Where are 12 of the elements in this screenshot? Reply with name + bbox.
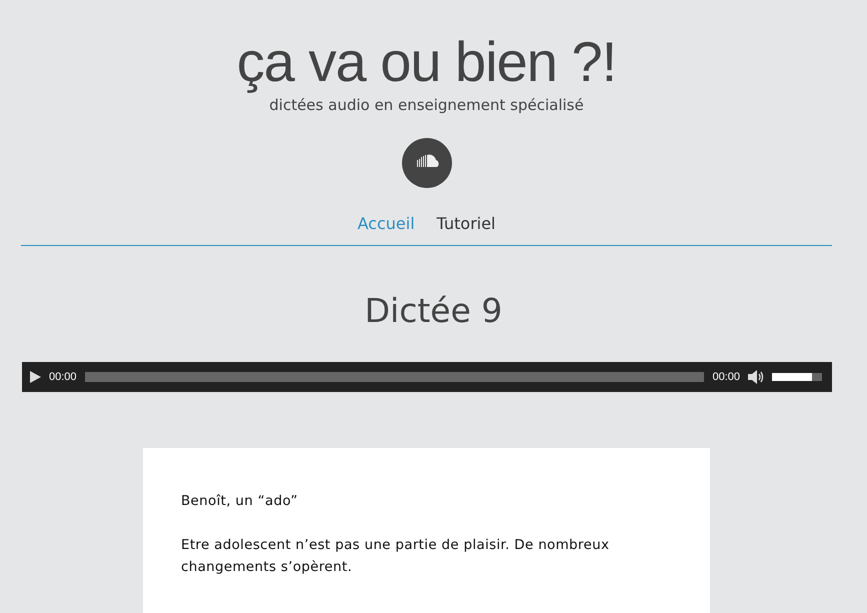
current-time: 00:00: [49, 371, 77, 383]
play-icon[interactable]: [30, 371, 41, 383]
site-title: ça va ou bien ?!: [236, 29, 616, 95]
text-paragraph: Etre adolescent n’est pas une partie de plaisir. De nombreux changements s’opèrent.: [181, 536, 610, 577]
cloud-icon[interactable]: [402, 138, 452, 188]
duration: 00:00: [712, 371, 740, 383]
post-title: Dictée 9: [364, 290, 504, 332]
speaker-icon[interactable]: [748, 370, 764, 384]
site-tagline: dictées audio en enseignement spécialisé: [269, 96, 584, 114]
text-heading: Benoît, un “ado”: [181, 492, 299, 511]
nav-link[interactable]: Tutoriel: [436, 214, 496, 233]
volume-slider[interactable]: [772, 373, 822, 381]
